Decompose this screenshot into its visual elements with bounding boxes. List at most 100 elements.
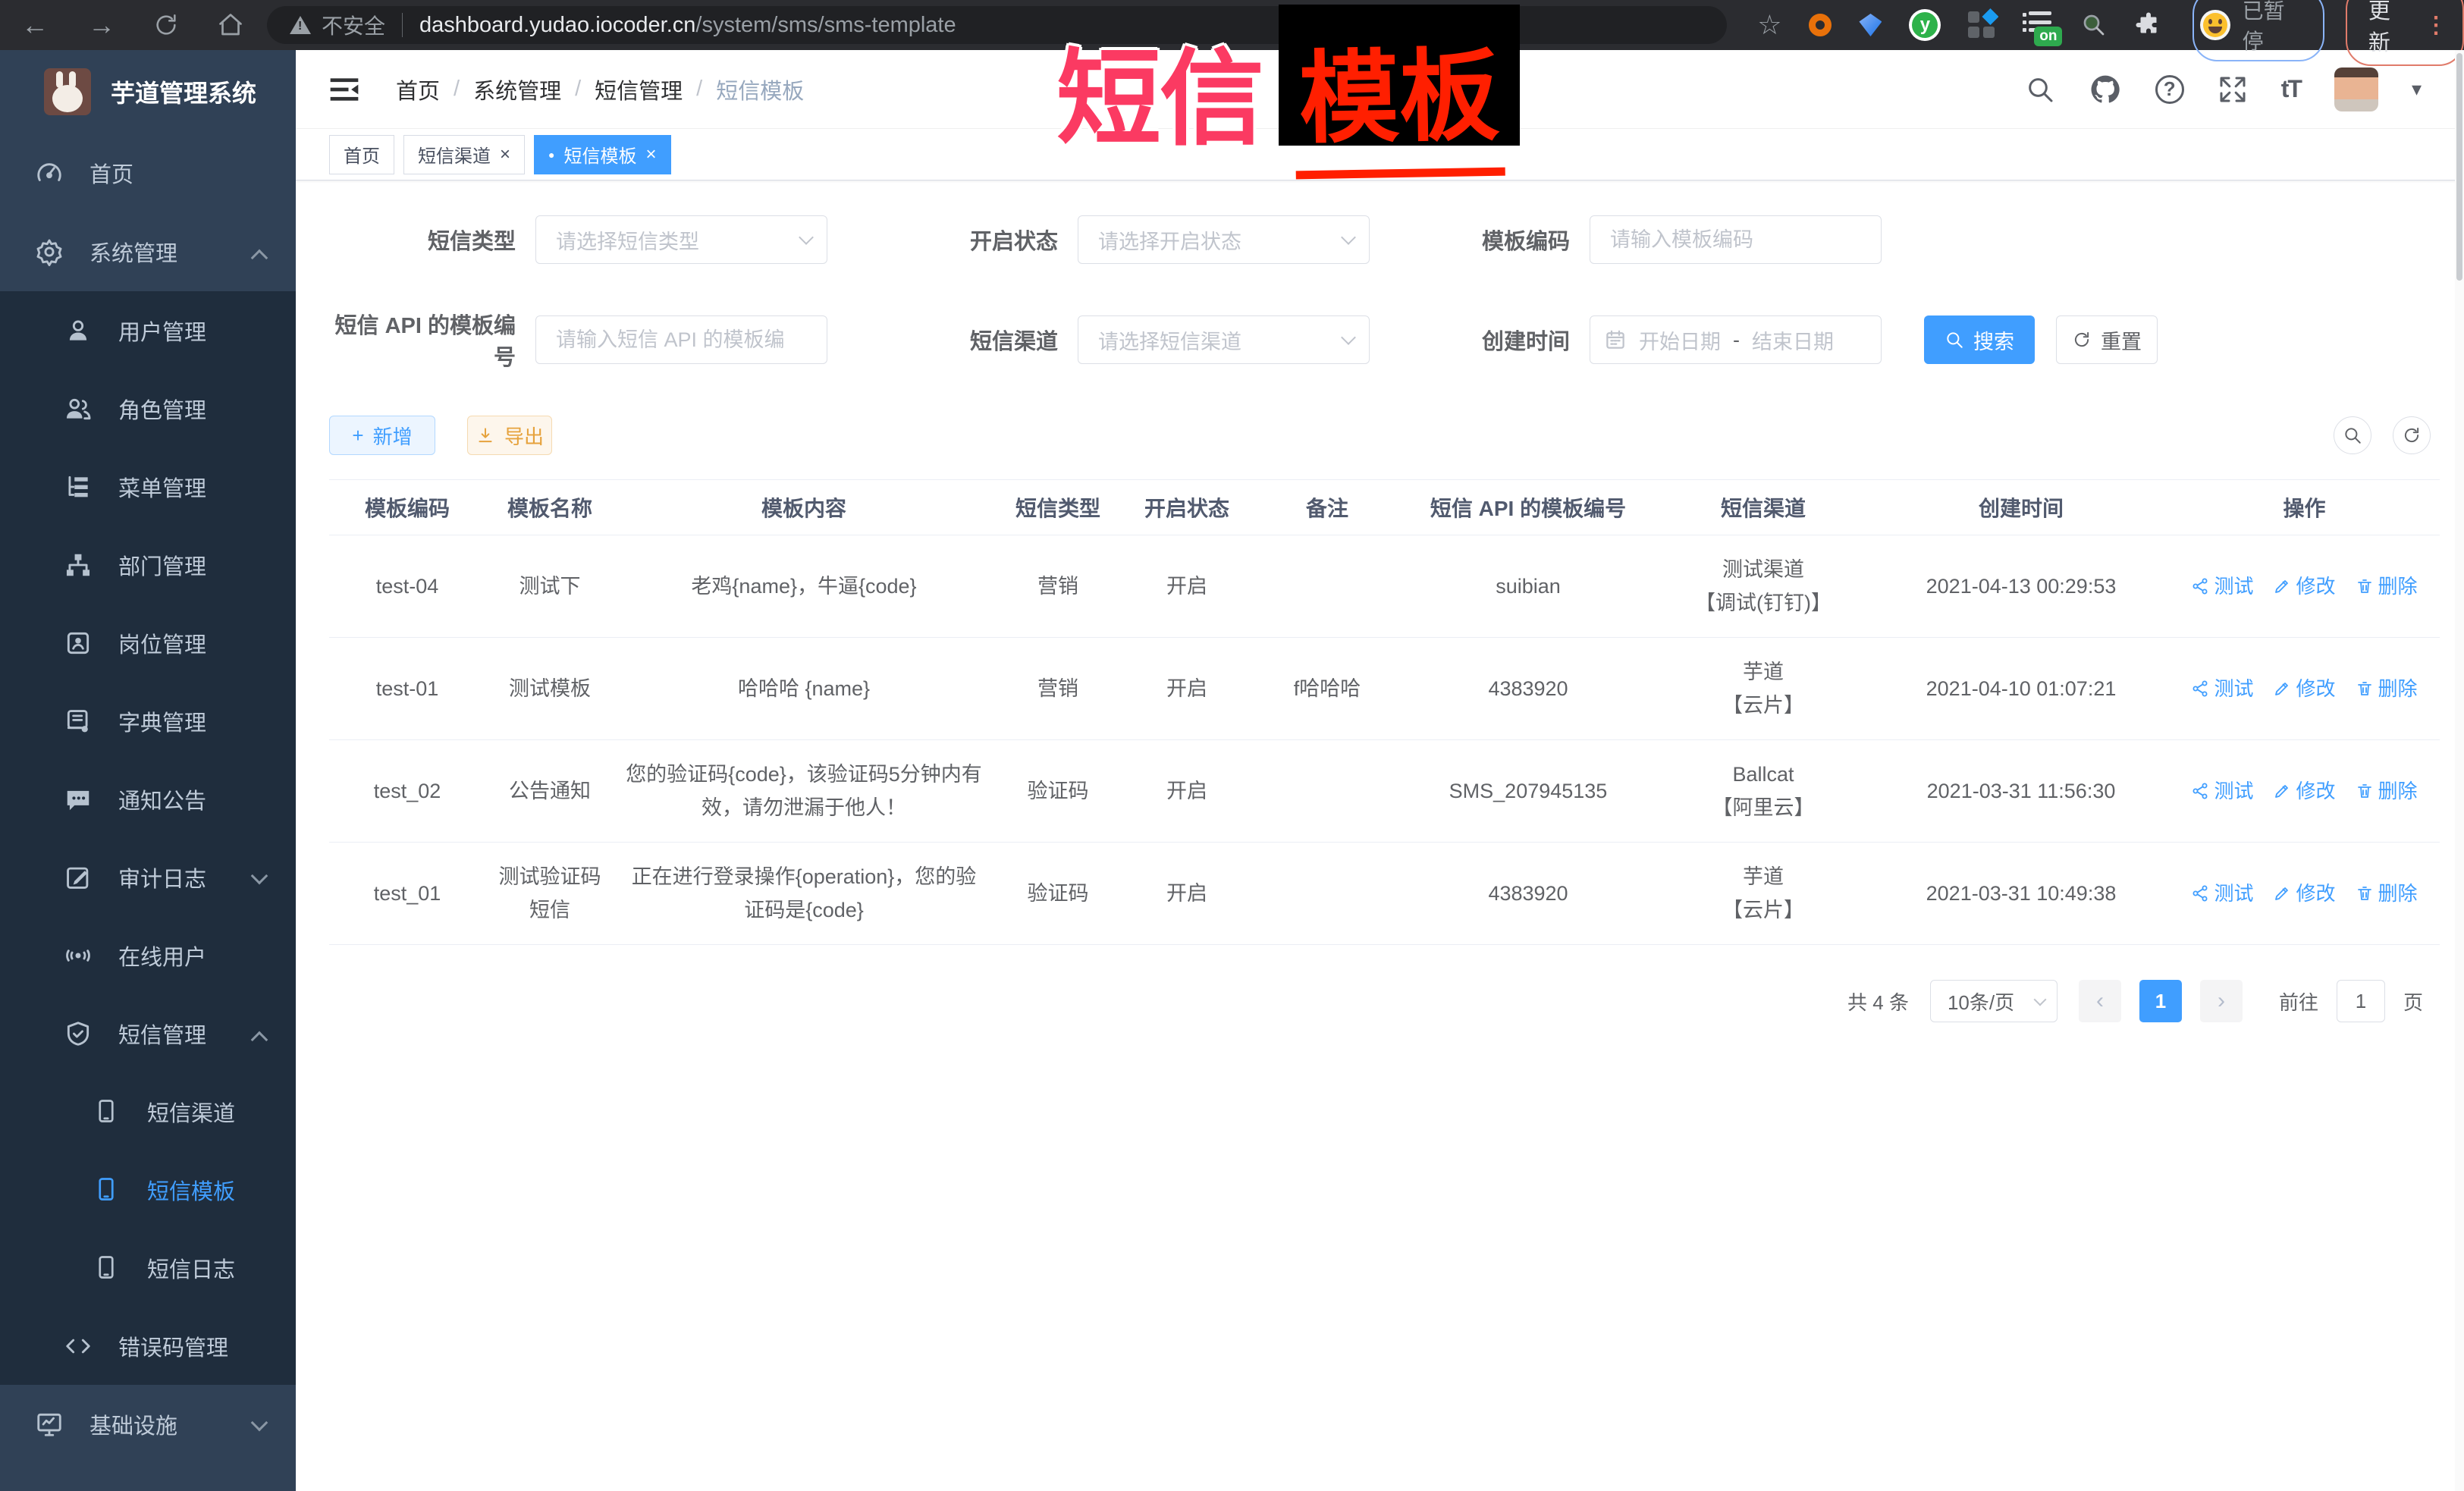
sidebar-item-sms-log[interactable]: 短信日志 [0, 1229, 296, 1307]
sidebar-item-menus[interactable]: 菜单管理 [0, 447, 296, 526]
test-link[interactable]: 测试 [2191, 774, 2253, 808]
sidebar-item-sms[interactable]: 短信管理 [0, 994, 296, 1072]
sidebar-item-home[interactable]: 首页 [0, 133, 296, 212]
sidebar-collapse-icon[interactable] [328, 73, 361, 106]
avatar-caret-icon[interactable]: ▾ [2412, 77, 2422, 101]
sidebar-item-audit-log[interactable]: 审计日志 [0, 838, 296, 916]
edit-link[interactable]: 修改 [2273, 877, 2335, 910]
edit-link[interactable]: 修改 [2273, 774, 2335, 808]
delete-link[interactable]: 删除 [2356, 877, 2418, 910]
template-code-label: 模板编码 [1370, 224, 1590, 256]
font-size-icon[interactable]: tT [2281, 75, 2301, 103]
browser-forward-icon[interactable]: → [88, 0, 115, 50]
help-icon[interactable]: ? [2155, 75, 2184, 104]
delete-link[interactable]: 删除 [2356, 672, 2418, 705]
extension-green-y-icon[interactable]: y [1909, 9, 1941, 41]
sidebar-item-dicts[interactable]: 字典管理 [0, 682, 296, 760]
extension-blue-gem-icon[interactable] [1859, 14, 1882, 36]
sidebar-item-users[interactable]: 用户管理 [0, 291, 296, 369]
browser-menu-kebab-icon[interactable]: ⋮ [2425, 12, 2447, 39]
sidebar-item-posts[interactable]: 岗位管理 [0, 604, 296, 682]
fullscreen-icon[interactable] [2218, 74, 2248, 105]
annotation-text-template: 模板 [1293, 15, 1505, 180]
monitor-icon [35, 1410, 64, 1439]
edit-link[interactable]: 修改 [2273, 672, 2335, 705]
extension-list-icon[interactable]: on [2023, 11, 2053, 39]
sidebar-item-sms-channel[interactable]: 短信渠道 [0, 1072, 296, 1150]
status-select[interactable]: 请选择开启状态 [1078, 215, 1370, 264]
close-icon[interactable]: × [500, 144, 510, 165]
org-chart-icon [64, 551, 93, 579]
id-badge-icon [64, 629, 93, 658]
export-button[interactable]: 导出 [467, 416, 552, 455]
extension-grid-icon[interactable] [1968, 11, 1995, 39]
goto-page-input[interactable] [2337, 980, 2385, 1022]
channel-label: 短信渠道 [827, 324, 1078, 356]
sms-type-select[interactable]: 请选择短信类型 [535, 215, 827, 264]
reset-button[interactable]: 重置 [2056, 315, 2158, 364]
sidebar-item-roles[interactable]: 角色管理 [0, 369, 296, 447]
sidebar-item-online-users[interactable]: 在线用户 [0, 916, 296, 994]
github-icon[interactable] [2089, 73, 2122, 106]
sidebar-item-system[interactable]: 系统管理 [0, 212, 296, 291]
test-link[interactable]: 测试 [2191, 570, 2253, 603]
browser-back-icon[interactable]: ← [21, 0, 49, 50]
test-link[interactable]: 测试 [2191, 877, 2253, 910]
chevron-up-icon [251, 1031, 268, 1049]
search-button[interactable]: 搜索 [1924, 315, 2035, 364]
tag-home[interactable]: 首页 [329, 135, 394, 174]
scrollbar-thumb[interactable] [2456, 53, 2462, 281]
sidebar-item-departments[interactable]: 部门管理 [0, 526, 296, 604]
current-page-button[interactable]: 1 [2139, 980, 2182, 1022]
breadcrumb-home[interactable]: 首页 [396, 74, 440, 105]
page-size-select[interactable]: 10条/页 [1930, 980, 2058, 1022]
extension-magnifier-icon[interactable] [2080, 11, 2108, 39]
sms-type-label: 短信类型 [329, 224, 535, 256]
sidebar-item-notices[interactable]: 通知公告 [0, 760, 296, 838]
breadcrumb-system[interactable]: 系统管理 [473, 74, 561, 105]
chevron-down-icon [251, 1414, 268, 1432]
browser-home-icon[interactable] [217, 11, 244, 39]
browser-update-button[interactable]: 更新 ⋮ [2346, 0, 2464, 66]
window-scrollbar[interactable] [2455, 50, 2464, 1491]
phone-icon [93, 1097, 121, 1126]
edit-link[interactable]: 修改 [2273, 570, 2335, 603]
bookmark-star-icon[interactable]: ☆ [1757, 9, 1781, 41]
api-template-id-input[interactable] [535, 315, 827, 364]
header-search-icon[interactable] [2025, 74, 2055, 105]
extensions-puzzle-icon[interactable] [2135, 11, 2162, 39]
tag-sms-channel[interactable]: 短信渠道 × [403, 135, 525, 174]
sidebar-item-sms-template[interactable]: 短信模板 [0, 1150, 296, 1229]
col-type: 短信类型 [993, 480, 1122, 535]
channel-select[interactable]: 请选择短信渠道 [1078, 315, 1370, 364]
next-page-button[interactable]: › [2200, 980, 2243, 1022]
dashboard-icon [35, 159, 64, 187]
url-domain: dashboard.yudao.iocoder.cn [419, 13, 695, 38]
app-logo-row[interactable]: 芋道管理系统 [0, 50, 296, 133]
sidebar-submenu-system: 用户管理 角色管理 菜单管理 部门管理 岗位管理 [0, 291, 296, 1385]
sidebar-item-infrastructure[interactable]: 基础设施 [0, 1385, 296, 1464]
sidebar: 芋道管理系统 首页 系统管理 用户管理 角色管理 [0, 50, 296, 1491]
tag-sms-template[interactable]: ● 短信模板 × [534, 135, 670, 174]
refresh-button[interactable] [2393, 416, 2431, 454]
browser-reload-icon[interactable] [153, 12, 179, 38]
breadcrumb-sms[interactable]: 短信管理 [595, 74, 683, 105]
toggle-search-button[interactable] [2334, 416, 2371, 454]
table-row: test_01 测试验证码短信 正在进行登录操作{operation}，您的验证… [329, 843, 2440, 945]
user-avatar[interactable] [2334, 67, 2378, 111]
browser-profile-button[interactable]: 已暂停 [2192, 0, 2324, 61]
test-link[interactable]: 测试 [2191, 672, 2253, 705]
col-actions: 操作 [2169, 480, 2440, 535]
add-button[interactable]: + 新增 [329, 416, 435, 455]
close-icon[interactable]: × [645, 144, 656, 165]
app-title: 芋道管理系统 [111, 74, 256, 109]
sidebar-item-error-codes[interactable]: 错误码管理 [0, 1307, 296, 1385]
extension-orange-ring-icon[interactable] [1809, 14, 1832, 36]
delete-link[interactable]: 删除 [2356, 570, 2418, 603]
col-code: 模板编码 [329, 480, 485, 535]
prev-page-button[interactable]: ‹ [2079, 980, 2121, 1022]
template-code-input[interactable] [1590, 215, 1882, 264]
delete-link[interactable]: 删除 [2356, 774, 2418, 808]
date-range-picker[interactable]: 开始日期 - 结束日期 [1590, 315, 1882, 364]
online-user-icon [64, 941, 93, 970]
